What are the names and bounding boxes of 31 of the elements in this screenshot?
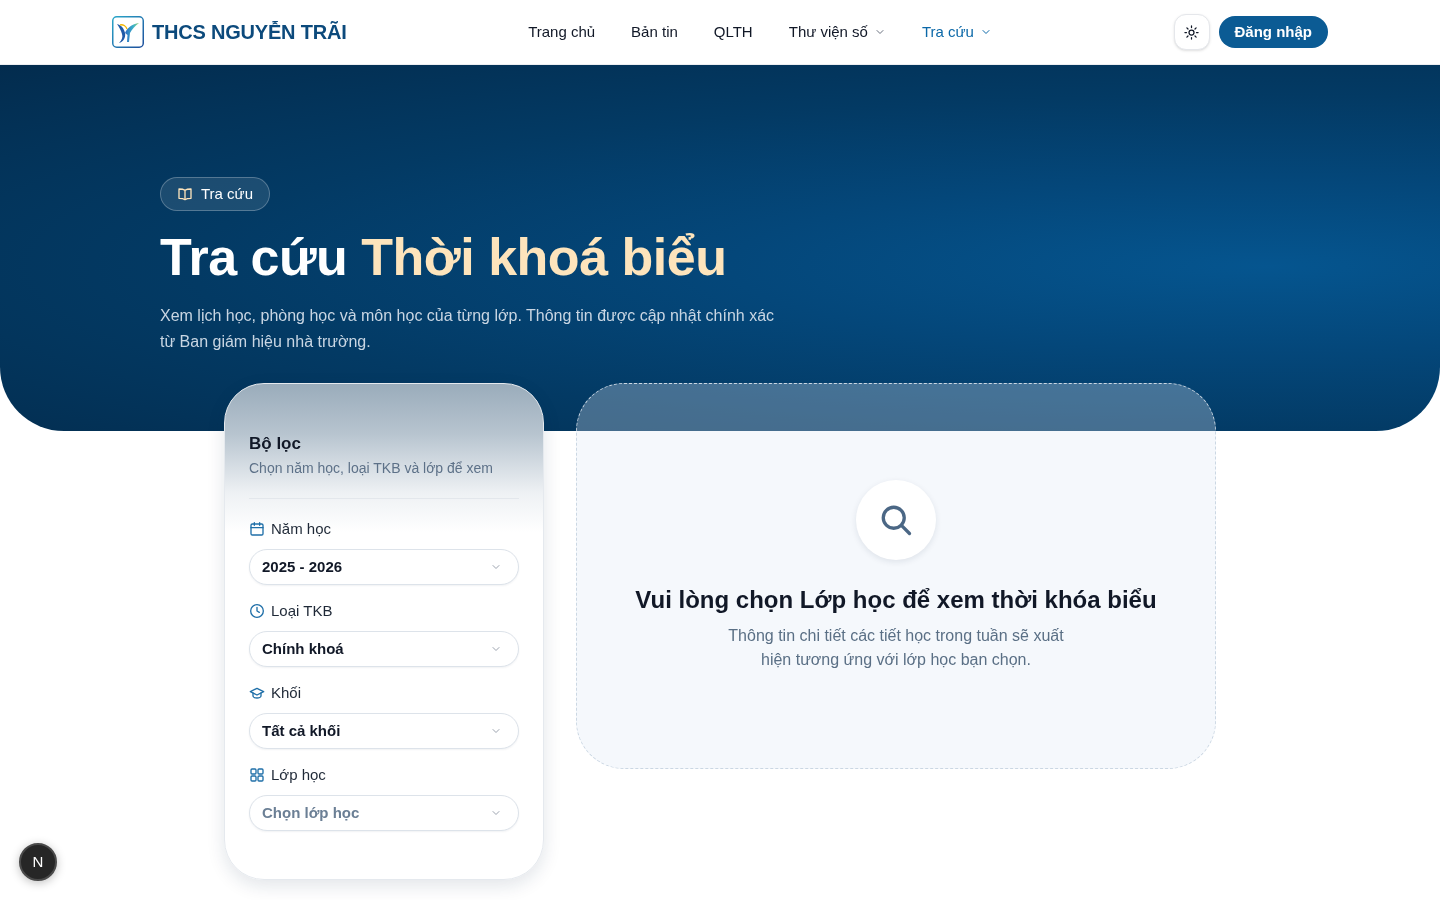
clock-icon — [249, 603, 265, 619]
select-field[interactable]: 2025 - 2026 — [249, 549, 519, 585]
badge-text: Tra cứu — [201, 183, 253, 204]
theme-toggle-button[interactable] — [1173, 14, 1210, 50]
sun-icon — [1184, 24, 1199, 40]
field-label: Lớp học — [271, 764, 326, 785]
field-label: Loại TKB — [271, 600, 333, 621]
field-label: Năm học — [271, 518, 332, 539]
empty-state-description: Thông tin chi tiết các tiết học trong tuần sẽ xuất hiện tương ứng với lớp học bạn chọn. — [727, 626, 1065, 670]
empty-state-title: Vui lòng chọn Lớp học để xem thời khóa biểu — [635, 585, 1157, 615]
grid-icon — [249, 767, 265, 783]
page-title: Tra cứu Thời khoá biểu — [160, 227, 727, 287]
calendar-icon — [249, 521, 265, 537]
select-field[interactable]: Tất cả khối — [249, 713, 519, 749]
select-field[interactable]: Chính khoá — [249, 631, 519, 667]
graduation-cap-icon — [249, 685, 265, 701]
nav-link[interactable]: QLTH — [713, 20, 753, 44]
bird-logo-icon — [112, 16, 144, 48]
field-label: Khối — [271, 682, 302, 703]
login-button[interactable]: Đăng nhập — [1218, 16, 1328, 48]
page-description: Xem lịch học, phòng học và môn học của từng lớp. Thông tin được cập nhật chính xác từ Ban giám hiệu nhà trường. — [160, 306, 776, 352]
filter-subtitle: Chọn năm học, loại TKB và lớp để xem — [249, 459, 494, 478]
home-link[interactable]: THCS NGUYỄN TRÃI — [112, 16, 347, 48]
filter-title: Bộ lọc — [249, 433, 302, 455]
dev-indicator-button[interactable]: N — [19, 843, 57, 881]
nav-link[interactable]: Thư viện số — [788, 20, 886, 44]
select-field[interactable]: Chọn lớp học — [249, 795, 519, 831]
book-icon — [177, 186, 193, 202]
nav-link[interactable]: Trang chủ — [528, 20, 596, 44]
nav-link[interactable]: Tra cứu — [921, 20, 992, 44]
nav-link[interactable]: Bản tin — [631, 20, 678, 44]
